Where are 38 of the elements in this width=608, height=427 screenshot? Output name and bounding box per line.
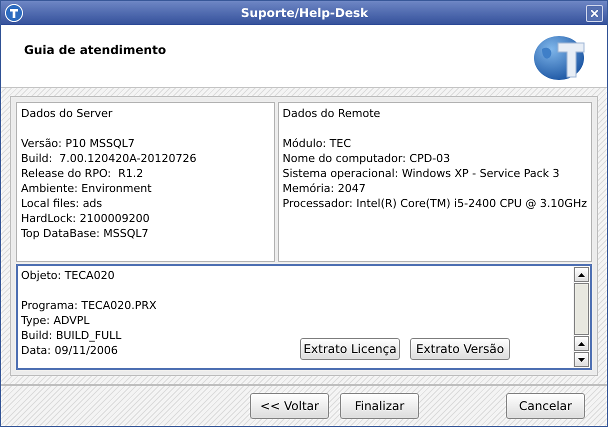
close-button[interactable]: [586, 4, 603, 22]
button[interactable]: Cancelar: [506, 393, 585, 419]
info-line: Build: 7.00.120420A-20120726: [21, 151, 198, 166]
app-logo-icon: [5, 4, 23, 22]
scroll-arrow-button[interactable]: [574, 352, 589, 367]
info-line: Programa: TECA020.PRX: [21, 298, 158, 313]
up-arrow-icon: [578, 342, 585, 346]
button[interactable]: Extrato Licença: [300, 338, 400, 360]
info-line: Módulo: TEC: [282, 136, 352, 151]
info-line: Release do RPO: R1.2: [21, 166, 144, 181]
info-line: Versão: P10 MSSQL7: [21, 136, 136, 151]
scroll-arrow-button[interactable]: [574, 336, 589, 351]
window-title: Suporte/Help-Desk: [240, 5, 370, 22]
panel-title: Dados do Remote: [282, 106, 382, 121]
scrollbar[interactable]: [573, 266, 590, 368]
button[interactable]: Finalizar: [340, 393, 419, 419]
globe-logo-icon: [534, 35, 586, 81]
button[interactable]: << Voltar: [250, 393, 329, 419]
info-line: Build: BUILD_FULL: [21, 328, 122, 343]
info-line: Type: ADVPL: [21, 313, 91, 328]
panel-title: Dados do Server: [21, 106, 114, 121]
close-icon: [591, 10, 598, 16]
info-line: Nome do computador: CPD-03: [282, 151, 452, 166]
info-line: Sistema operacional: Windows XP - Service Pack 3: [282, 166, 561, 181]
info-line: Top DataBase: MSSQL7: [21, 226, 150, 241]
down-arrow-icon: [578, 358, 585, 362]
button[interactable]: Extrato Versão: [410, 338, 510, 360]
info-line: Local files: ads: [21, 196, 104, 211]
header-title: Guia de atendimento: [24, 42, 166, 59]
info-line: Processador: Intel(R) Core(TM) i5-2400 CPU @ 3.10GHz: [282, 196, 587, 211]
info-line: Ambiente: Environment: [21, 181, 153, 196]
info-line: Data: 09/11/2006: [21, 343, 119, 358]
up-arrow-icon: [578, 272, 585, 276]
info-line: HardLock: 2100009200: [21, 211, 151, 226]
panel-title: Objeto: TECA020: [21, 268, 116, 283]
info-line: Memória: 2047: [282, 181, 367, 196]
scroll-thumb[interactable]: [574, 283, 589, 335]
scroll-arrow-button[interactable]: [574, 267, 589, 282]
